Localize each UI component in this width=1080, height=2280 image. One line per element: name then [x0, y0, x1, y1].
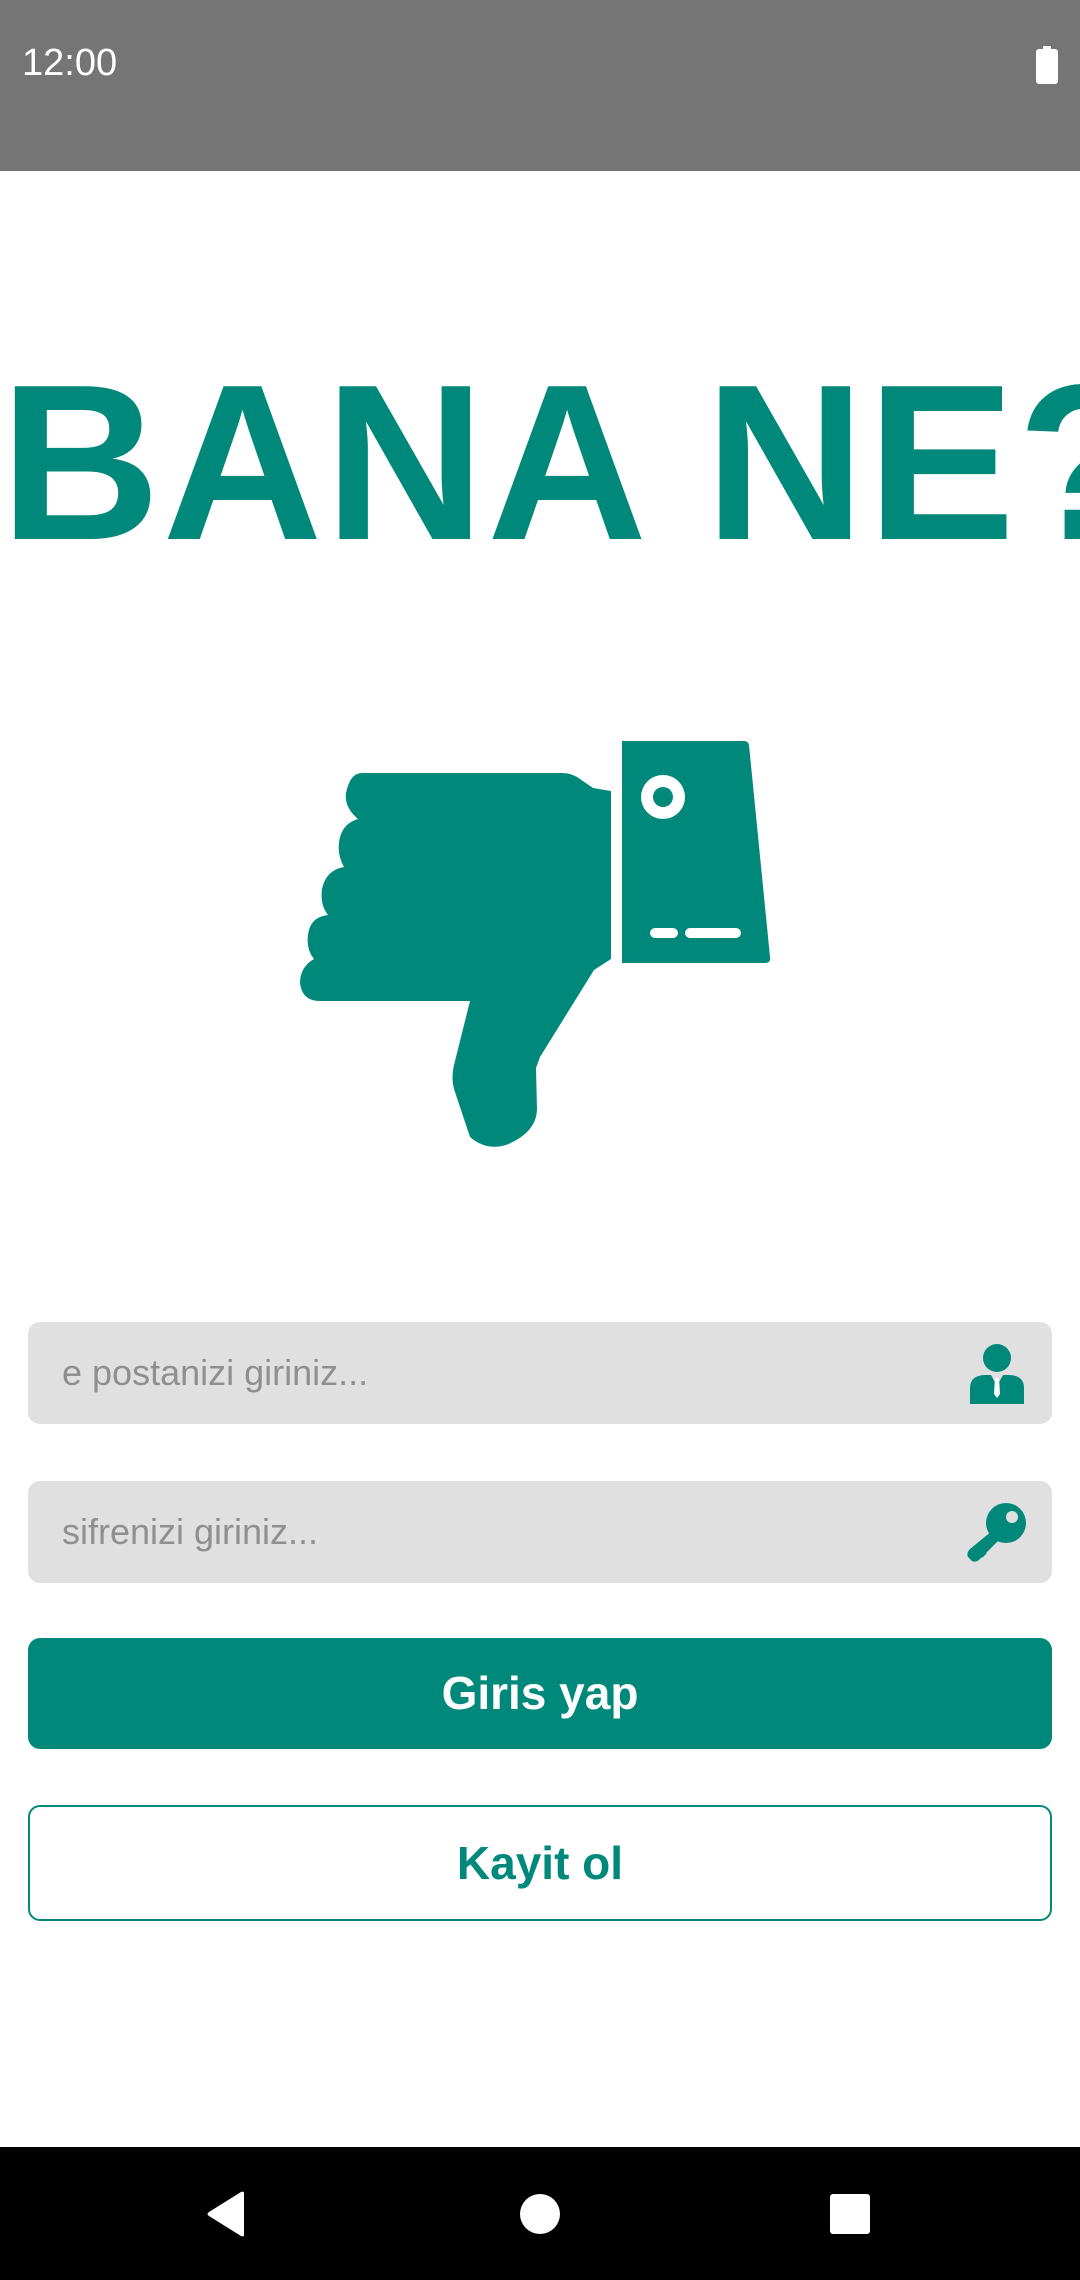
login-button[interactable]: Giris yap [28, 1638, 1052, 1749]
thumbs-down-icon [300, 741, 771, 1147]
recents-button[interactable] [750, 2147, 950, 2280]
home-button[interactable] [440, 2147, 640, 2280]
status-bar: 12:00 [0, 0, 1080, 171]
navigation-bar [0, 2147, 1080, 2280]
password-field[interactable] [28, 1481, 1052, 1583]
home-circle-icon [520, 2193, 560, 2234]
status-time: 12:00 [22, 42, 118, 84]
register-button[interactable]: Kayit ol [28, 1805, 1052, 1921]
key-icon [967, 1503, 1026, 1562]
user-icon [970, 1344, 1024, 1404]
login-screen: 12:00 BANA NE? Giris [0, 0, 1080, 2280]
recents-square-icon [830, 2193, 870, 2234]
back-triangle-icon [207, 2191, 244, 2236]
email-input[interactable] [62, 1322, 942, 1424]
email-field[interactable] [28, 1322, 1052, 1424]
app-title: BANA NE? [0, 339, 1080, 587]
battery-full-icon [1036, 46, 1058, 84]
back-button[interactable] [126, 2147, 326, 2280]
password-input[interactable] [62, 1481, 942, 1583]
